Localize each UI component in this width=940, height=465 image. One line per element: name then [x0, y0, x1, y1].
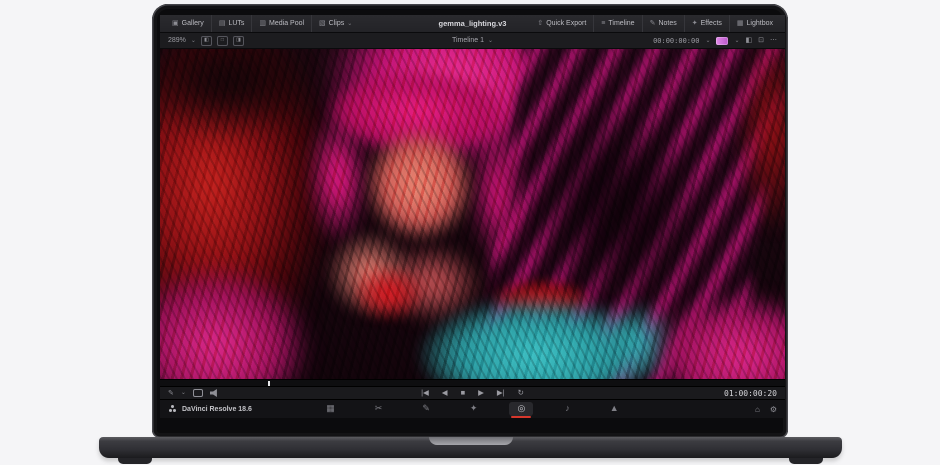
luts-label: LUTs	[228, 20, 244, 27]
page-navigation-bar: DaVinci Resolve 18.6 ▦ ✂ ✎ ✦ ◎ ♪ ▲ ⌂ ⚙	[160, 399, 785, 418]
effects-label: Effects	[701, 20, 722, 27]
chevron-down-icon: ⌄	[705, 38, 710, 44]
gallery-button[interactable]: ▣ Gallery	[165, 15, 211, 32]
davinci-resolve-window: ▣ Gallery ▤ LUTs ▥ Media Pool ▧ Clips ⌄ …	[160, 15, 785, 418]
effects-icon: ✦	[692, 20, 698, 27]
media-pool-button[interactable]: ▥ Media Pool	[251, 15, 311, 32]
photo-fur-texture-2	[160, 49, 785, 379]
lightbox-icon: ▦	[737, 20, 744, 27]
page-deliver-button[interactable]: ▲	[602, 402, 627, 416]
page-cut-button[interactable]: ✂	[367, 402, 391, 416]
compare-icon[interactable]	[193, 389, 203, 397]
quick-export-label: Quick Export	[546, 20, 586, 27]
stop-button[interactable]: ■	[461, 389, 466, 397]
timeline-icon: ≡	[601, 20, 605, 27]
timeline-button[interactable]: ≡ Timeline	[593, 15, 641, 32]
page-fairlight-button[interactable]: ♪	[557, 402, 578, 416]
source-timecode: 00:00:00:00	[653, 37, 699, 45]
gallery-icon: ▣	[172, 20, 179, 27]
timeline-selector-value: Timeline 1	[452, 37, 484, 44]
lightbox-label: Lightbox	[747, 20, 773, 27]
page-tabs: ▦ ✂ ✎ ✦ ◎ ♪ ▲	[160, 402, 785, 416]
media-pool-icon: ▥	[259, 20, 266, 27]
lightbox-button[interactable]: ▦ Lightbox	[729, 15, 780, 32]
viewer-scrub-bar[interactable]	[160, 379, 785, 386]
gear-icon[interactable]: ⚙	[770, 405, 777, 414]
right-tab-group: ⇧ Quick Export ≡ Timeline ✎ Notes ✦ Effe…	[530, 15, 780, 32]
app-version-label: DaVinci Resolve 18.6	[182, 406, 252, 413]
loop-button[interactable]: ↻	[518, 389, 524, 397]
wipe-style-c-icon[interactable]: ◨	[233, 36, 244, 46]
home-icon[interactable]: ⌂	[755, 405, 760, 414]
davinci-resolve-logo-icon	[169, 409, 172, 412]
annotate-tool-icon[interactable]: ✎	[168, 389, 174, 397]
app-version: DaVinci Resolve 18.6	[168, 406, 252, 413]
page-edit-button[interactable]: ✎	[414, 402, 438, 416]
notes-label: Notes	[658, 20, 676, 27]
macbook-foot-left	[118, 458, 152, 464]
transport-bar: ✎ ⌄ |◀ ◀ ■ ▶ ▶| ↻ 01:00:00:20	[160, 386, 785, 399]
clips-label: Clips	[329, 20, 345, 27]
lid-notch	[429, 437, 513, 445]
page-color-button[interactable]: ◎	[509, 402, 533, 416]
page-bar-right: ⌂ ⚙	[755, 405, 777, 414]
chevron-down-icon: ⌄	[181, 390, 186, 396]
quick-export-button[interactable]: ⇧ Quick Export	[530, 15, 593, 32]
chevron-down-icon: ⌄	[488, 38, 493, 44]
split-screen-icon[interactable]: ◧	[746, 37, 753, 44]
timeline-timecode: 01:00:00:20	[724, 389, 777, 398]
zoom-level-value: 289%	[168, 37, 186, 44]
clips-icon: ▧	[319, 20, 326, 27]
viewer-toolbar-right: 00:00:00:00 ⌄ ⌄ ◧ ⊡ ⋯	[653, 37, 777, 45]
viewer-image[interactable]	[160, 49, 785, 379]
media-pool-label: Media Pool	[269, 20, 304, 27]
luts-button[interactable]: ▤ LUTs	[211, 15, 252, 32]
notes-icon: ✎	[650, 20, 656, 27]
image-wipe-icon[interactable]	[716, 37, 728, 45]
page-fusion-button[interactable]: ✦	[462, 402, 486, 416]
wipe-style-a-icon[interactable]: ◧	[201, 36, 212, 46]
timeline-label: Timeline	[608, 20, 634, 27]
clips-button[interactable]: ▧ Clips ⌄	[311, 15, 359, 32]
macbook-foot-right	[789, 458, 823, 464]
effects-button[interactable]: ✦ Effects	[684, 15, 729, 32]
macbook-base	[99, 437, 842, 458]
left-tab-group: ▣ Gallery ▤ LUTs ▥ Media Pool ▧ Clips ⌄	[165, 15, 359, 32]
play-button[interactable]: ▶	[478, 389, 484, 397]
chevron-down-icon: ⌄	[734, 38, 739, 44]
zoom-control[interactable]: 289% ⌄ ◧ □ ◨	[168, 36, 244, 46]
wipe-style-b-icon[interactable]: □	[217, 36, 228, 46]
skip-start-button[interactable]: |◀	[421, 389, 429, 397]
top-toolbar: ▣ Gallery ▤ LUTs ▥ Media Pool ▧ Clips ⌄ …	[160, 15, 785, 33]
desktop-background: ▣ Gallery ▤ LUTs ▥ Media Pool ▧ Clips ⌄ …	[0, 0, 940, 465]
luts-icon: ▤	[219, 20, 226, 27]
transport-controls: |◀ ◀ ■ ▶ ▶| ↻	[160, 389, 785, 397]
chevron-down-icon: ⌄	[191, 38, 196, 44]
chevron-down-icon: ⌄	[347, 21, 352, 27]
viewer-toolbar: 289% ⌄ ◧ □ ◨ Timeline 1 ⌄ 00:00:00:00 ⌄ …	[160, 33, 785, 49]
notes-button[interactable]: ✎ Notes	[642, 15, 684, 32]
page-media-button[interactable]: ▦	[318, 402, 343, 416]
skip-end-button[interactable]: ▶|	[497, 389, 505, 397]
audio-mute-icon[interactable]	[210, 389, 219, 397]
overflow-menu-icon[interactable]: ⋯	[770, 37, 777, 44]
quick-export-icon: ⇧	[537, 20, 543, 27]
viewer-tools-left: ✎ ⌄	[168, 389, 219, 397]
gallery-label: Gallery	[182, 20, 204, 27]
play-reverse-button[interactable]: ◀	[442, 389, 448, 397]
enhanced-viewer-icon[interactable]: ⊡	[758, 37, 764, 44]
